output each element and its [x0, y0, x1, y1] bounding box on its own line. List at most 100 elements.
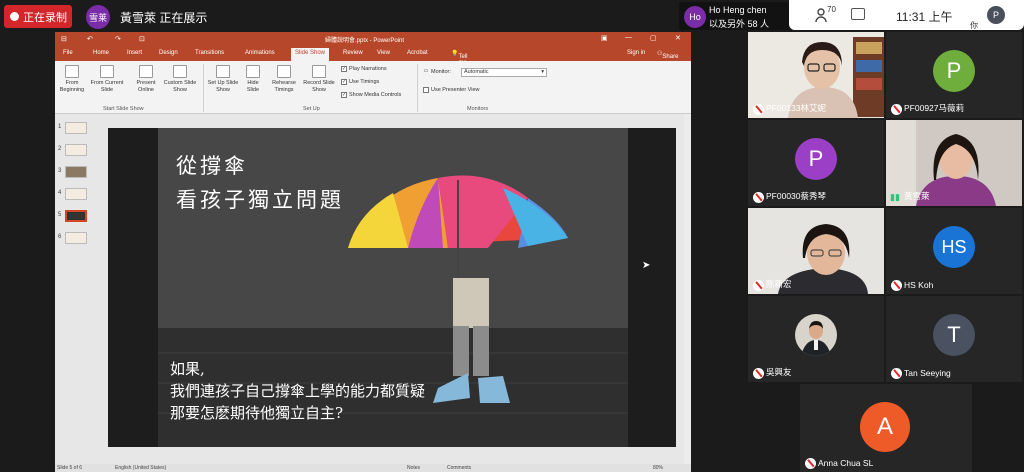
slide-thumbnail[interactable]	[65, 144, 87, 156]
ribbon-separator	[417, 64, 418, 112]
thumb-number: 5	[58, 212, 62, 218]
from-beginning-button[interactable]: From Beginning	[55, 65, 89, 94]
record-icon	[312, 65, 326, 78]
participant-photo-avatar	[795, 314, 837, 356]
slide-thumbnail[interactable]	[65, 166, 87, 178]
participant-tile[interactable]: ▮▮ 黃雪萊	[886, 120, 1022, 206]
use-presenter-view-checkbox[interactable]: Use Presenter View	[423, 87, 480, 93]
hide-slide-button[interactable]: Hide Slide	[241, 65, 265, 94]
powerpoint-window: ⊟ ↶ ↷ ⊡ 婦體說明會.pptx - PowerPoint ▣ — ▢ ✕ …	[55, 32, 691, 472]
notes-button[interactable]: Notes	[407, 465, 420, 471]
chat-icon[interactable]	[851, 8, 865, 20]
from-current-label: From Current Slide	[90, 80, 124, 93]
setup-slide-show-button[interactable]: Set Up Slide Show	[205, 65, 241, 94]
minimize-icon[interactable]: —	[625, 34, 632, 41]
mic-muted-icon	[891, 104, 902, 115]
participant-name: PF00133林艾妮	[766, 103, 826, 113]
mic-muted-icon	[891, 368, 902, 379]
participant-tile[interactable]: P PF00927马薇莉	[886, 32, 1022, 118]
record-slide-show-button[interactable]: Record Slide Show	[299, 65, 339, 94]
zoom-level[interactable]: 80%	[653, 465, 663, 471]
custom-slide-show-button[interactable]: Custom Slide Show	[161, 65, 199, 94]
slide-body-line2: 我們連孩子自己撐傘上學的能力都質疑	[170, 382, 426, 400]
participant-name: PF00927马薇莉	[904, 103, 964, 113]
slide-canvas[interactable]: 從撐傘 看孩子獨立問題 如果, 我們連孩子自己撐傘上學的能力都質疑 那要怎麽期待…	[108, 128, 676, 447]
active-speaker-panel[interactable]: Ho Ho Heng chen 以及另外 58 人	[679, 2, 789, 30]
tab-file[interactable]: File	[63, 50, 73, 56]
participant-tile[interactable]: HS HS Koh	[886, 208, 1022, 294]
ribbon-display-icon[interactable]: ▣	[601, 34, 608, 42]
use-timings-checkbox[interactable]: ✓ Use Timings	[341, 79, 379, 85]
monitor-select[interactable]: Automatic ▾	[461, 68, 547, 77]
slide-body-line3: 那要怎麽期待他獨立自主?	[170, 404, 344, 422]
participant-avatar: T	[933, 314, 975, 356]
tab-view[interactable]: View	[377, 50, 390, 56]
mic-muted-icon	[753, 104, 764, 115]
tab-slide-show[interactable]: Slide Show	[291, 48, 330, 61]
maximize-icon[interactable]: ▢	[650, 34, 657, 42]
tab-design[interactable]: Design	[159, 50, 178, 56]
slide-thumbnail[interactable]	[65, 122, 87, 134]
recording-label: 正在录制	[23, 11, 67, 24]
tab-transitions[interactable]: Transitions	[195, 50, 224, 56]
undo-icon[interactable]: ↶	[87, 35, 93, 43]
play-narrations-checkbox[interactable]: ✓ Play Narrations	[341, 66, 387, 72]
tab-home[interactable]: Home	[93, 50, 109, 56]
use-timings-label: Use Timings	[349, 79, 380, 85]
present-online-button[interactable]: Present Online	[129, 65, 163, 94]
participant-name: Tan Seeying	[904, 368, 951, 378]
tab-insert[interactable]: Insert	[127, 50, 142, 56]
record-dot-icon	[10, 12, 19, 21]
participant-avatar: A	[860, 402, 910, 452]
participant-tile[interactable]: 陈新宏	[748, 208, 884, 294]
show-media-controls-checkbox[interactable]: ✓ Show Media Controls	[341, 92, 401, 98]
participant-avatar: P	[933, 50, 975, 92]
tab-review[interactable]: Review	[343, 50, 363, 56]
close-icon[interactable]: ✕	[675, 34, 681, 42]
thumb-number: 3	[58, 168, 62, 174]
monitor-icon: ▭	[423, 68, 429, 74]
comments-button[interactable]: Comments	[447, 465, 471, 471]
slide-thumbnail[interactable]	[65, 188, 87, 200]
save-icon[interactable]: ⊟	[61, 35, 67, 43]
group-monitors-label: Monitors	[467, 106, 489, 112]
present-online-label: Present Online	[136, 80, 156, 93]
tell-me-box[interactable]: 💡 Tell me what you want to do...	[451, 50, 471, 96]
from-beginning-label: From Beginning	[59, 80, 85, 93]
show-media-controls-label: Show Media Controls	[349, 92, 402, 98]
rehearse-timings-button[interactable]: Rehearse Timings	[267, 65, 301, 94]
hide-slide-label: Hide Slide	[246, 80, 260, 93]
meeting-top-bar: 正在录制 雪莱 黃雪萊 正在展示 Ho Ho Heng chen 以及另外 58…	[0, 0, 1024, 32]
custom-slide-show-label: Custom Slide Show	[163, 80, 197, 93]
sign-in-link[interactable]: Sign in	[627, 50, 645, 56]
slide-thumbnail[interactable]	[65, 232, 87, 244]
user-avatar[interactable]: P	[987, 6, 1005, 24]
participant-tile[interactable]: A Anna Chua SL	[800, 384, 972, 472]
tab-acrobat[interactable]: Acrobat	[407, 50, 428, 56]
from-current-button[interactable]: From Current Slide	[89, 65, 125, 94]
recording-button[interactable]: 正在录制	[4, 5, 72, 28]
group-start-label: Start Slide Show	[103, 106, 144, 112]
participant-tile[interactable]: PF00133林艾妮	[748, 32, 884, 118]
monitor-value: Automatic	[464, 69, 489, 75]
participant-name: Anna Chua SL	[818, 458, 874, 468]
participant-tile[interactable]: P PF00030蔡秀琴	[748, 120, 884, 206]
participant-tile[interactable]: 吳興友	[748, 296, 884, 382]
ribbon-slide-show: From Beginning From Current Slide Presen…	[55, 61, 691, 114]
participant-tile[interactable]: T Tan Seeying	[886, 296, 1022, 382]
participant-name: 陈新宏	[766, 279, 792, 289]
share-button[interactable]: ⚇ Share	[657, 50, 678, 60]
start-presentation-icon[interactable]: ⊡	[139, 35, 145, 43]
use-presenter-view-label: Use Presenter View	[431, 87, 480, 93]
tab-animations[interactable]: Animations	[245, 50, 275, 56]
participant-count-text: 以及另外 58 人	[709, 19, 770, 29]
checkbox-checked-icon: ✓	[341, 92, 347, 98]
status-bar: 70 11:31 上午 P	[789, 0, 1024, 30]
ppt-status-bar: Slide 5 of 6 English (United States) Not…	[55, 464, 691, 472]
vertical-scrollbar[interactable]	[684, 114, 691, 464]
redo-icon[interactable]: ↷	[115, 35, 121, 43]
checkbox-unchecked-icon	[423, 87, 429, 93]
slide-thumbnail-selected[interactable]	[65, 210, 87, 222]
participant-name: HS Koh	[904, 280, 934, 290]
language-indicator[interactable]: English (United States)	[115, 465, 166, 471]
